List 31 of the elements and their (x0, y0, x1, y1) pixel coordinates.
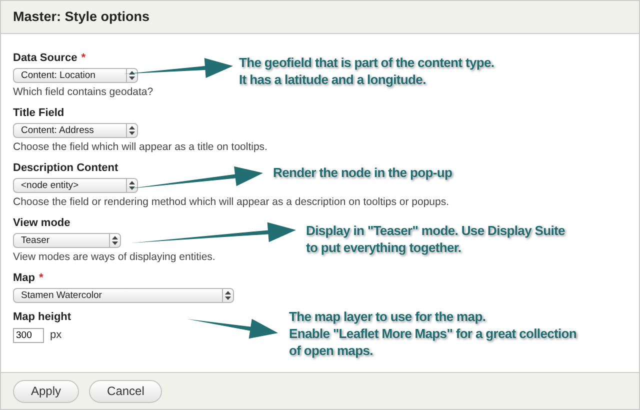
annotation-note: Render the node in the pop-up (273, 164, 452, 181)
up-down-arrows-icon (129, 126, 135, 135)
field-label: Map height (13, 310, 72, 324)
field-label: Map * (13, 271, 44, 285)
up-down-arrows-icon (129, 181, 135, 190)
field-label: Data Source * (13, 51, 86, 65)
annotation-note: Display in "Teaser" mode. Use Display Suite to put everything together. (306, 222, 565, 256)
dialog-button[interactable]: Cancel (89, 380, 162, 402)
up-down-arrows-icon (129, 71, 135, 80)
up-down-arrows-icon (112, 236, 118, 245)
annotation-note: The geofield that is part of the content type. It has a latitude and a longitude. (239, 54, 494, 88)
unit-label: px (50, 328, 62, 343)
field-description: Which field contains geodata? (13, 85, 154, 99)
select-dropdown[interactable]: Content: Address (13, 123, 138, 138)
field-description: Choose the field or rendering method which will appear as a description on tooltips or popups. (13, 195, 450, 209)
select-dropdown[interactable]: Teaser (13, 233, 121, 248)
required-asterisk: * (39, 272, 44, 284)
required-asterisk: * (81, 52, 86, 64)
dialog-button[interactable]: Apply (13, 380, 80, 402)
field-label: Description Content (13, 161, 118, 175)
select-dropdown[interactable]: Stamen Watercolor (13, 288, 234, 303)
annotation-note: The map layer to use for the map. Enable "Leaflet More Maps" for a great collection of open maps. (289, 308, 577, 359)
dialog-title: Master: Style options (13, 8, 150, 26)
field-label: Title Field (13, 106, 64, 120)
select-dropdown[interactable]: Content: Location (13, 68, 138, 83)
field-label: View mode (13, 216, 70, 230)
field-description: Choose the field which will appear as a title on tooltips. (13, 140, 268, 154)
field-description: View modes are ways of displaying entities. (13, 250, 216, 264)
up-down-arrows-icon (225, 291, 231, 300)
select-dropdown[interactable]: <node entity> (13, 178, 138, 193)
number-input[interactable]: 300 (13, 328, 44, 343)
